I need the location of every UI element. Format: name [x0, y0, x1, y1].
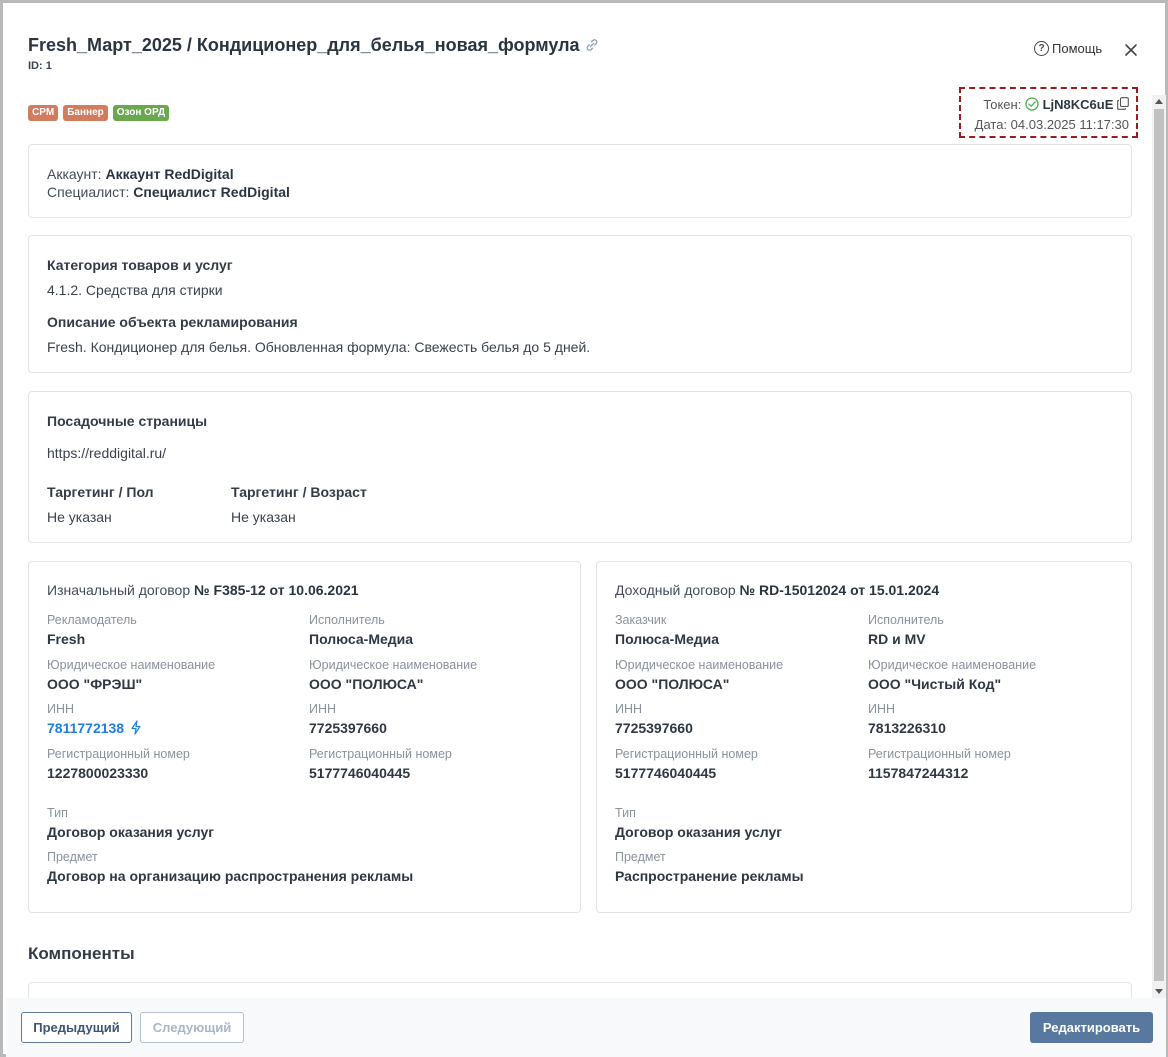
specialist-value: Специалист RedDigital [133, 184, 290, 200]
type-label: Тип [615, 806, 636, 820]
specialist-label: Специалист: [47, 184, 130, 200]
legal-name-label: Юридическое наименование [47, 658, 216, 672]
link-icon[interactable] [584, 37, 600, 53]
previous-button[interactable]: Предыдущий [21, 1012, 132, 1043]
scrollbar-thumb[interactable] [1154, 109, 1164, 981]
customer-value: Полюса-Медиа [615, 631, 720, 647]
page-title: Fresh_Март_2025 / Кондиционер_для_белья_… [28, 35, 580, 55]
content-area[interactable]: Аккаунт: Аккаунт RedDigital Специалист: … [6, 95, 1166, 998]
customer-legal-name-label: Юридическое наименование [615, 658, 784, 672]
help-label: Помощь [1052, 41, 1103, 56]
scroll-down-icon[interactable] [1155, 989, 1163, 994]
type-value: Договор оказания услуг [47, 824, 215, 840]
next-button[interactable]: Следующий [140, 1012, 244, 1043]
subject-value: Распространение рекламы [615, 868, 804, 884]
landing-url: https://reddigital.ru/ [47, 445, 167, 461]
income-contract-card: Доходный договор № RD-15012024 от 15.01.… [596, 561, 1132, 913]
description-title: Описание объекта рекламирования [47, 314, 298, 330]
income-contract-title: Доходный договор № RD-15012024 от 15.01.… [615, 581, 939, 599]
executor-legal-name-label: Юридическое наименование [868, 658, 1037, 672]
contract-title-number: № F385-12 от 10.06.2021 [194, 582, 359, 598]
executor-value: Полюса-Медиа [309, 631, 414, 647]
category-value: 4.1.2. Средства для стирки [47, 282, 223, 298]
executor-inn-value: 7813226310 [868, 720, 946, 736]
gender-title: Таргетинг / Пол [47, 484, 154, 500]
help-button[interactable]: ? Помощь [1034, 41, 1102, 56]
executor-legal-name-label: Юридическое наименование [309, 658, 478, 672]
components-title: Компоненты [28, 944, 135, 963]
account-card: Аккаунт: Аккаунт RedDigital Специалист: … [28, 144, 1132, 218]
customer-inn-value: 7725397660 [615, 720, 693, 736]
edit-button[interactable]: Редактировать [1030, 1012, 1153, 1043]
inn-value: 7811772138 [47, 720, 125, 736]
customer-legal-name-value: ООО "ПОЛЮСА" [615, 676, 730, 692]
account-value: Аккаунт RedDigital [105, 166, 234, 182]
executor-inn-value: 7725397660 [309, 720, 387, 736]
subject-value: Договор на организацию распространения р… [47, 868, 414, 884]
initial-contract-title: Изначальный договор № F385-12 от 10.06.2… [47, 581, 359, 599]
category-title: Категория товаров и услуг [47, 257, 233, 273]
modal-window: Fresh_Март_2025 / Кондиционер_для_белья_… [0, 0, 1168, 1057]
close-icon[interactable] [1122, 41, 1140, 59]
description-value: Fresh. Кондиционер для белья. Обновленна… [47, 339, 591, 355]
type-value: Договор оказания услуг [615, 824, 783, 840]
executor-value: RD и MV [868, 631, 926, 647]
executor-reg-label: Регистрационный номер [309, 747, 452, 761]
age-title: Таргетинг / Возраст [231, 484, 367, 500]
scrollbar[interactable] [1152, 95, 1166, 998]
landing-card: Посадочные страницы https://reddigital.r… [28, 391, 1132, 543]
customer-reg-value: 5177746040445 [615, 765, 717, 781]
reg-number-label: Регистрационный номер [47, 747, 190, 761]
landing-title: Посадочные страницы [47, 413, 208, 429]
executor-legal-name-value: ООО "Чистый Код" [868, 676, 1002, 692]
initial-contract-card: Изначальный договор № F385-12 от 10.06.2… [28, 561, 581, 913]
reg-number-value: 1227800023330 [47, 765, 149, 781]
scroll-up-icon[interactable] [1155, 99, 1163, 104]
type-label: Тип [47, 806, 68, 820]
record-id: ID: 1 [28, 60, 52, 72]
executor-label: Исполнитель [868, 613, 944, 627]
executor-reg-value: 1157847244312 [868, 765, 969, 781]
customer-label: Заказчик [615, 613, 667, 627]
contract-title-prefix: Изначальный договор [47, 582, 191, 598]
executor-inn-label: ИНН [868, 702, 896, 716]
specialist-row: Специалист: Специалист RedDigital [47, 183, 290, 201]
question-icon: ? [1034, 41, 1049, 56]
executor-reg-label: Регистрационный номер [868, 747, 1011, 761]
customer-inn-label: ИНН [615, 702, 643, 716]
inn-label: ИНН [47, 702, 75, 716]
gender-value: Не указан [47, 509, 112, 525]
advertiser-value: Fresh [47, 631, 86, 647]
subject-label: Предмет [47, 850, 98, 864]
subject-label: Предмет [615, 850, 666, 864]
lightning-icon [131, 720, 141, 735]
legal-name-value: ООО "ФРЭШ" [47, 676, 143, 692]
contract-title-number: № RD-15012024 от 15.01.2024 [739, 582, 940, 598]
executor-legal-name-value: ООО "ПОЛЮСА" [309, 676, 424, 692]
account-row: Аккаунт: Аккаунт RedDigital [47, 165, 234, 183]
age-value: Не указан [231, 509, 296, 525]
executor-label: Исполнитель [309, 613, 385, 627]
executor-reg-value: 5177746040445 [309, 765, 411, 781]
advertiser-label: Рекламодатель [47, 613, 137, 627]
executor-inn-label: ИНН [309, 702, 337, 716]
account-label: Аккаунт: [47, 166, 102, 182]
contract-title-prefix: Доходный договор [615, 582, 736, 598]
components-card [28, 982, 1132, 998]
inn-link[interactable]: 7811772138 [47, 720, 142, 736]
footer-bar: Предыдущий Следующий Редактировать [6, 998, 1166, 1057]
customer-reg-label: Регистрационный номер [615, 747, 758, 761]
category-card: Категория товаров и услуг 4.1.2. Средств… [28, 235, 1132, 373]
